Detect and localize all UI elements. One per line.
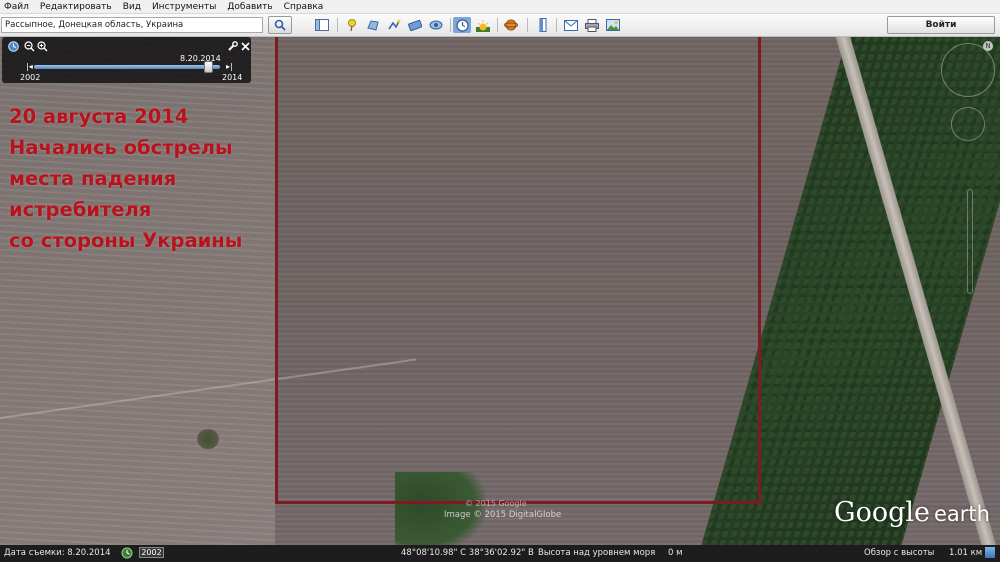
navigation-controls: N	[937, 39, 1000, 329]
previous-date-icon[interactable]: |◂	[26, 62, 33, 71]
annotation-line: истребителя	[9, 198, 152, 221]
annotation-line: места падения	[9, 167, 177, 190]
satellite-map[interactable]: 20 августа 2014 Начались обстрелы места …	[0, 37, 1000, 545]
north-icon[interactable]: N	[983, 41, 993, 51]
pushpin-icon	[348, 19, 356, 32]
envelope-icon	[564, 19, 578, 31]
bush	[197, 429, 219, 449]
google-earth-logo: Google earth	[834, 497, 990, 528]
sun-icon	[476, 19, 490, 32]
status-bar: Дата съемки: 8.20.2014 2002 48°08'10.98"…	[0, 545, 1000, 562]
history-clock-icon[interactable]	[121, 547, 133, 562]
copyright-text: © 2015 Google	[465, 499, 527, 508]
elevation-value: 0 м	[668, 548, 683, 558]
eye-altitude-label: Обзор с высоты	[864, 548, 935, 558]
sunlight-button[interactable]	[474, 17, 492, 33]
status-year-badge[interactable]: 2002	[139, 547, 164, 558]
capture-date: Дата съемки: 8.20.2014	[4, 548, 111, 558]
zoom-in-icon[interactable]	[37, 41, 48, 52]
eye-altitude-value: 1.01 км	[949, 548, 983, 558]
next-date-icon[interactable]: ▸|	[226, 62, 233, 71]
time-slider-track[interactable]	[34, 65, 220, 69]
path-icon	[388, 19, 401, 30]
search-button[interactable]	[268, 16, 292, 34]
save-image-button[interactable]	[604, 17, 622, 33]
zoom-out-icon[interactable]	[24, 41, 35, 52]
clock-icon[interactable]	[8, 41, 19, 52]
search-icon	[274, 19, 286, 31]
wrench-icon[interactable]	[227, 41, 238, 52]
annotation-text: 20 августа 2014 Начались обстрелы места …	[9, 101, 242, 256]
imagery-credit: Image © 2015 DigitalGlobe	[444, 510, 562, 520]
record-tour-icon	[429, 20, 443, 30]
annotation-line: Начались обстрелы	[9, 136, 233, 159]
record-tour-button[interactable]	[427, 17, 445, 33]
sidebar-icon	[315, 19, 329, 31]
slider-start-year: 2002	[20, 73, 41, 82]
polygon-icon	[367, 20, 379, 31]
time-slider-thumb[interactable]	[203, 61, 213, 73]
sidebar-toggle-button[interactable]	[313, 17, 331, 33]
add-path-button[interactable]	[385, 17, 403, 33]
clock-icon	[455, 18, 469, 32]
switch-planet-button[interactable]	[502, 17, 520, 33]
planet-icon	[504, 19, 518, 31]
annotation-line: со стороны Украины	[9, 229, 243, 252]
menu-file[interactable]: Файл	[4, 2, 29, 12]
add-polygon-button[interactable]	[364, 17, 382, 33]
slider-date: 8.20.2014	[180, 54, 221, 63]
coordinates: 48°08'10.98" С 38°36'02.92" В	[401, 548, 534, 558]
search-input[interactable]	[1, 17, 263, 33]
menu-bar: Файл Редактировать Вид Инструменты Добав…	[0, 0, 1000, 14]
menu-view[interactable]: Вид	[123, 2, 141, 12]
streaming-indicator-icon	[985, 547, 995, 558]
move-joystick[interactable]	[951, 107, 985, 141]
print-button[interactable]	[583, 17, 601, 33]
close-icon[interactable]	[240, 41, 251, 52]
login-button[interactable]: Войти	[887, 16, 995, 34]
menu-help[interactable]: Справка	[284, 2, 324, 12]
elevation-label: Высота над уровнем моря	[538, 548, 656, 558]
menu-tools[interactable]: Инструменты	[152, 2, 216, 12]
ruler-icon	[539, 18, 547, 32]
image-overlay-icon	[408, 19, 422, 32]
menu-add[interactable]: Добавить	[227, 2, 272, 12]
annotation-line: 20 августа 2014	[9, 105, 189, 128]
look-joystick[interactable]	[941, 43, 995, 97]
menu-edit[interactable]: Редактировать	[40, 2, 112, 12]
toolbar: Войти	[0, 14, 1000, 37]
slider-end-year: 2014	[222, 73, 243, 82]
ruler-button[interactable]	[534, 17, 552, 33]
highlight-rectangle	[275, 37, 761, 504]
add-overlay-button[interactable]	[406, 17, 424, 33]
historical-imagery-button[interactable]	[453, 17, 471, 33]
time-slider-panel: 8.20.2014 |◂ ▸| 2002 2014	[2, 37, 251, 83]
picture-icon	[606, 19, 620, 31]
printer-icon	[585, 18, 599, 32]
add-placemark-button[interactable]	[343, 17, 361, 33]
zoom-slider[interactable]	[967, 189, 973, 294]
email-button[interactable]	[562, 17, 580, 33]
